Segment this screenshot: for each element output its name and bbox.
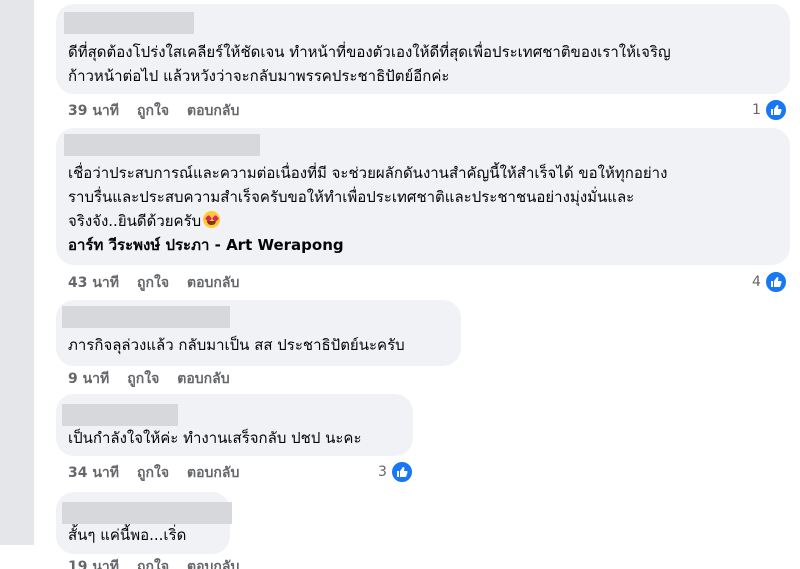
reply-link[interactable]: ตอบกลับ [187, 462, 239, 484]
comment-bubble: เป็นกำลังใจให้ค่ะ ทำงานเสร็จกลับ ปชป นะค… [56, 394, 413, 456]
mention-link[interactable]: อาร์ท วีระพงษ์ ประภา - Art Werapong [68, 233, 344, 257]
reaction-summary[interactable]: 1 [752, 98, 788, 122]
reaction-summary[interactable]: 4 [752, 270, 788, 294]
comment-actions: 9 นาที ถูกใจ ตอบกลับ [68, 368, 230, 390]
comment-text-line: สั้นๆ แค่นี้พอ...เริ่ด [68, 526, 187, 544]
reply-link[interactable]: ตอบกลับ [187, 100, 239, 122]
comment-bubble: ดีที่สุดต้องโปร่งใสเคลียร์ให้ชัดเจน ทำหน… [56, 4, 790, 94]
comment-time[interactable]: 39 นาที [68, 100, 119, 122]
comment-time[interactable]: 34 นาที [68, 462, 119, 484]
like-thumb-icon [763, 98, 788, 122]
comment-time[interactable]: 9 นาที [68, 368, 109, 390]
like-link[interactable]: ถูกใจ [137, 462, 169, 484]
comment-actions: 19 นาที ถูกใจ ตอบกลับ [68, 556, 239, 569]
reaction-summary[interactable]: 3 [378, 460, 414, 484]
comment-actions: 34 นาที ถูกใจ ตอบกลับ [68, 462, 239, 484]
comment-bubble: ภารกิจลุล่วงแล้ว กลับมาเป็น สส ประชาธิปั… [56, 300, 461, 366]
like-link[interactable]: ถูกใจ [127, 368, 159, 390]
redacted-author-name [62, 502, 232, 524]
like-link[interactable]: ถูกใจ [137, 272, 169, 294]
like-link[interactable]: ถูกใจ [137, 100, 169, 122]
redacted-author-name [64, 12, 194, 34]
like-thumb-icon [389, 460, 414, 484]
comment-text-line: จริงจัง..ยินดีด้วยครับ [68, 209, 221, 233]
reply-link[interactable]: ตอบกลับ [187, 272, 239, 294]
heart-eyes-emoji-icon [203, 211, 221, 228]
reaction-count: 4 [752, 274, 761, 290]
like-link[interactable]: ถูกใจ [137, 556, 169, 569]
comment-text-line: ราบรื่นและประสบความสำเร็จครับขอให้ทำเพื่… [68, 188, 635, 206]
redacted-author-name [64, 134, 260, 156]
reaction-count: 3 [378, 464, 387, 480]
reply-link[interactable]: ตอบกลับ [187, 556, 239, 569]
comments-page: ดีที่สุดต้องโปร่งใสเคลียร์ให้ชัดเจน ทำหน… [0, 0, 800, 569]
redacted-author-name [62, 306, 230, 328]
comment-actions: 39 นาที ถูกใจ ตอบกลับ [68, 100, 239, 122]
reply-link[interactable]: ตอบกลับ [177, 368, 229, 390]
comment-time[interactable]: 19 นาที [68, 556, 119, 569]
redacted-author-name [62, 404, 178, 426]
comment-bubble: สั้นๆ แค่นี้พอ...เริ่ด [56, 492, 232, 554]
comment-bubble: เชื่อว่าประสบการณ์และความต่อเนื่องที่มี … [56, 128, 790, 265]
comment-text-line: เชื่อว่าประสบการณ์และความต่อเนื่องที่มี … [68, 164, 668, 182]
comment-text-line: เป็นกำลังใจให้ค่ะ ทำงานเสร็จกลับ ปชป นะค… [68, 429, 362, 447]
reaction-count: 1 [752, 102, 761, 118]
comment-text-line: ก้าวหน้าต่อไป แล้วหวังว่าจะกลับมาพรรคประ… [68, 67, 450, 85]
comment-text-line: ดีที่สุดต้องโปร่งใสเคลียร์ให้ชัดเจน ทำหน… [68, 43, 671, 61]
comment-time[interactable]: 43 นาที [68, 272, 119, 294]
comment-text-fragment: จริงจัง..ยินดีด้วยครับ [68, 212, 202, 230]
like-thumb-icon [763, 270, 788, 294]
comment-actions: 43 นาที ถูกใจ ตอบกลับ [68, 272, 239, 294]
left-gray-strip [0, 0, 34, 545]
comment-text-line: ภารกิจลุล่วงแล้ว กลับมาเป็น สส ประชาธิปั… [68, 336, 405, 354]
